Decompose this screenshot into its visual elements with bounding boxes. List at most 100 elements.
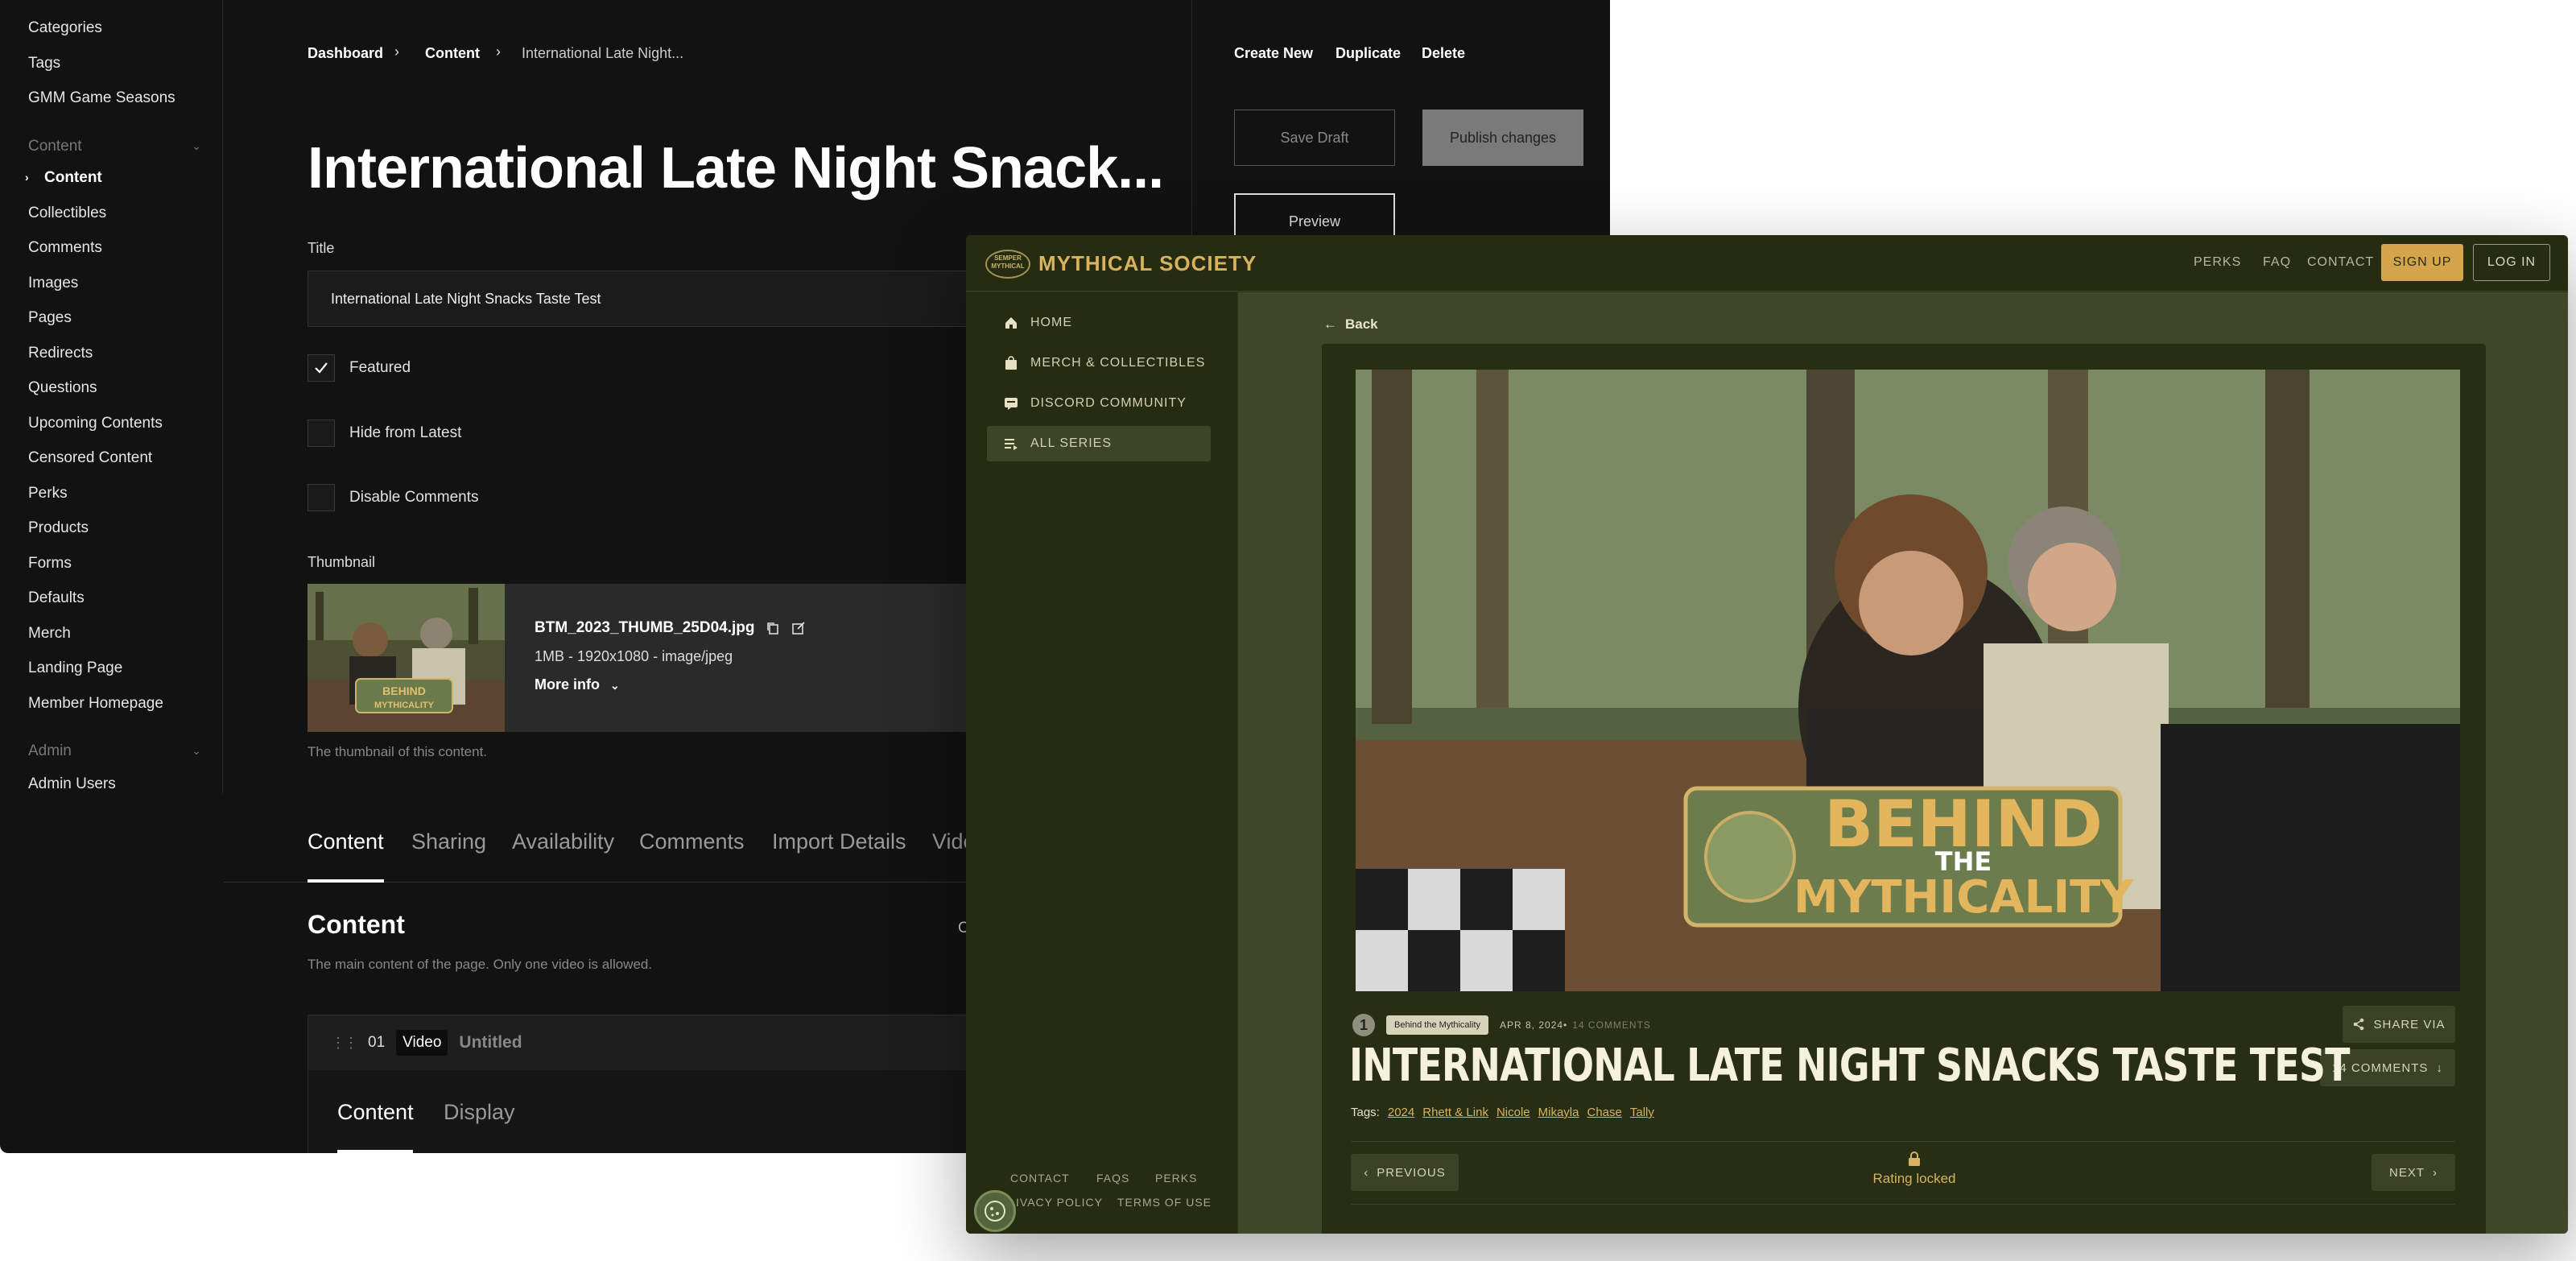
article-date: APR 8, 2024• (1500, 1019, 1568, 1031)
block-active-tab-indicator (337, 1150, 413, 1153)
back-label: Back (1345, 316, 1378, 332)
sidebar-item-products[interactable]: Products (28, 519, 89, 537)
back-link[interactable]: ← Back (1323, 316, 1378, 333)
side-item-label: HOME (1030, 316, 1072, 329)
sidebar-item-landing-page[interactable]: Landing Page (28, 659, 122, 677)
tag-link[interactable]: Nicole (1496, 1106, 1530, 1119)
footer-privacy-policy[interactable]: IVACY POLICY (1016, 1196, 1103, 1209)
side-item-merch[interactable]: MERCH & COLLECTIBLES (987, 345, 1211, 381)
nav-faq[interactable]: FAQ (2263, 255, 2291, 270)
cms-sidebar: Categories Tags GMM Game Seasons Content… (0, 0, 223, 793)
tag-link[interactable]: Tally (1630, 1106, 1654, 1119)
chevron-left-icon: ‹ (1364, 1165, 1369, 1180)
svg-text:MYTHICALITY: MYTHICALITY (374, 701, 435, 710)
disable-comments-checkbox[interactable] (308, 484, 335, 511)
featured-checkbox[interactable] (308, 354, 335, 382)
sidebar-item-questions[interactable]: Questions (28, 379, 97, 397)
block-number: 01 (368, 1034, 386, 1051)
article-comment-count: 14 COMMENTS (1572, 1019, 1651, 1031)
tag-link[interactable]: Chase (1587, 1106, 1622, 1119)
publish-changes-button[interactable]: Publish changes (1422, 110, 1583, 166)
sidebar-item-merch[interactable]: Merch (28, 625, 71, 643)
copy-icon[interactable] (766, 621, 780, 635)
share-via-button[interactable]: SHARE VIA (2343, 1006, 2455, 1043)
previous-button[interactable]: ‹ PREVIOUS (1351, 1154, 1459, 1191)
sidebar-item-upcoming-contents[interactable]: Upcoming Contents (28, 415, 163, 432)
sidebar-item-tags[interactable]: Tags (28, 55, 60, 72)
next-label: NEXT (2388, 1165, 2425, 1180)
sidebar-item-perks[interactable]: Perks (28, 485, 68, 502)
series-chip[interactable]: Behind the Mythicality (1386, 1015, 1488, 1035)
list-icon (1003, 436, 1019, 452)
sidebar-item-comments[interactable]: Comments (28, 239, 102, 257)
article-title: INTERNATIONAL LATE NIGHT SNACKS TASTE TE… (1349, 1040, 2350, 1092)
thumbnail-label: Thumbnail (308, 554, 376, 570)
footer-terms[interactable]: TERMS OF USE (1117, 1196, 1212, 1209)
sidebar-item-pages[interactable]: Pages (28, 309, 72, 327)
log-in-button[interactable]: LOG IN (2473, 244, 2550, 281)
sidebar-group-content[interactable]: Content ⌄ (28, 138, 201, 155)
thumbnail-image[interactable]: BEHIND MYTHICALITY (308, 584, 505, 732)
tab-content[interactable]: Content (308, 829, 384, 854)
sidebar-item-categories[interactable]: Categories (28, 19, 102, 37)
thumbnail-filename: BTM_2023_THUMB_25D04.jpg (535, 619, 755, 636)
side-item-label: ALL SERIES (1030, 436, 1113, 450)
side-item-all-series[interactable]: ALL SERIES (987, 426, 1211, 461)
nav-perks[interactable]: PERKS (2194, 255, 2241, 270)
footer-perks[interactable]: PERKS (1155, 1172, 1197, 1185)
cookie-settings-icon[interactable] (974, 1190, 1016, 1232)
sidebar-group-admin[interactable]: Admin ⌄ (28, 742, 201, 760)
sidebar-item-redirects[interactable]: Redirects (28, 345, 93, 362)
sidebar-item-member-homepage[interactable]: Member Homepage (28, 695, 163, 713)
sidebar-item-content[interactable]: › Content (25, 169, 102, 187)
save-draft-button[interactable]: Save Draft (1234, 110, 1395, 166)
tag-link[interactable]: Rhett & Link (1422, 1106, 1488, 1119)
share-icon (2354, 1018, 2364, 1031)
drag-handle-icon[interactable]: ⋮⋮ (331, 1035, 358, 1052)
sidebar-item-gmm-game-seasons[interactable]: GMM Game Seasons (28, 89, 175, 107)
logo-badge[interactable]: SEMPER MYTHICAL (985, 250, 1030, 279)
tag-link[interactable]: Mikayla (1538, 1106, 1579, 1119)
chevron-right-icon: › (2433, 1165, 2438, 1180)
sidebar-item-collectibles[interactable]: Collectibles (28, 205, 106, 222)
footer-faqs[interactable]: FAQS (1096, 1172, 1129, 1185)
sidebar-item-forms[interactable]: Forms (28, 555, 72, 573)
check-icon (315, 362, 328, 374)
side-item-discord[interactable]: DISCORD COMMUNITY (987, 386, 1211, 421)
hide-latest-checkbox[interactable] (308, 420, 335, 447)
thumbnail-help: The thumbnail of this content. (308, 744, 488, 759)
cms-actions-panel: Create New Duplicate Delete Save Draft P… (1191, 0, 1610, 250)
sidebar-item-images[interactable]: Images (28, 275, 78, 292)
next-button[interactable]: NEXT › (2372, 1154, 2455, 1191)
site-sidebar: HOME MERCH & COLLECTIBLES DISCORD COMMUN… (966, 292, 1237, 1234)
more-info-toggle[interactable]: More info ⌄ (535, 676, 620, 693)
title-label: Title (308, 240, 335, 256)
chevron-down-icon: ⌄ (192, 744, 201, 757)
video-player[interactable]: BEHIND THE MYTHICALITY (1356, 370, 2460, 991)
nav-contact[interactable]: CONTACT (2307, 255, 2374, 270)
sidebar-item-admin-users[interactable]: Admin Users (28, 775, 116, 793)
edit-icon[interactable] (791, 621, 806, 635)
tab-comments[interactable]: Comments (639, 829, 745, 854)
disable-comments-label: Disable Comments (349, 489, 479, 506)
create-new-link[interactable]: Create New (1234, 45, 1313, 62)
side-item-home[interactable]: HOME (987, 305, 1211, 341)
breadcrumb-dashboard[interactable]: Dashboard (308, 45, 383, 62)
sidebar-item-defaults[interactable]: Defaults (28, 589, 85, 607)
chevron-right-icon: › (25, 171, 29, 184)
tab-availability[interactable]: Availability (512, 829, 614, 854)
sidebar-item-censored-content[interactable]: Censored Content (28, 449, 152, 467)
block-tab-content[interactable]: Content (337, 1100, 414, 1125)
delete-link[interactable]: Delete (1422, 45, 1465, 62)
tab-sharing[interactable]: Sharing (411, 829, 486, 854)
breadcrumb-content[interactable]: Content (425, 45, 480, 62)
footer-contact[interactable]: CONTACT (1010, 1172, 1070, 1185)
featured-label: Featured (349, 359, 411, 376)
duplicate-link[interactable]: Duplicate (1335, 45, 1401, 62)
tab-import-details[interactable]: Import Details (772, 829, 906, 854)
tag-link[interactable]: 2024 (1388, 1106, 1414, 1119)
logo-text[interactable]: MYTHICAL SOCIETY (1038, 251, 1257, 276)
block-tab-display[interactable]: Display (444, 1100, 515, 1125)
breadcrumb-current: International Late Night... (522, 45, 684, 61)
sign-up-button[interactable]: SIGN UP (2381, 244, 2463, 281)
